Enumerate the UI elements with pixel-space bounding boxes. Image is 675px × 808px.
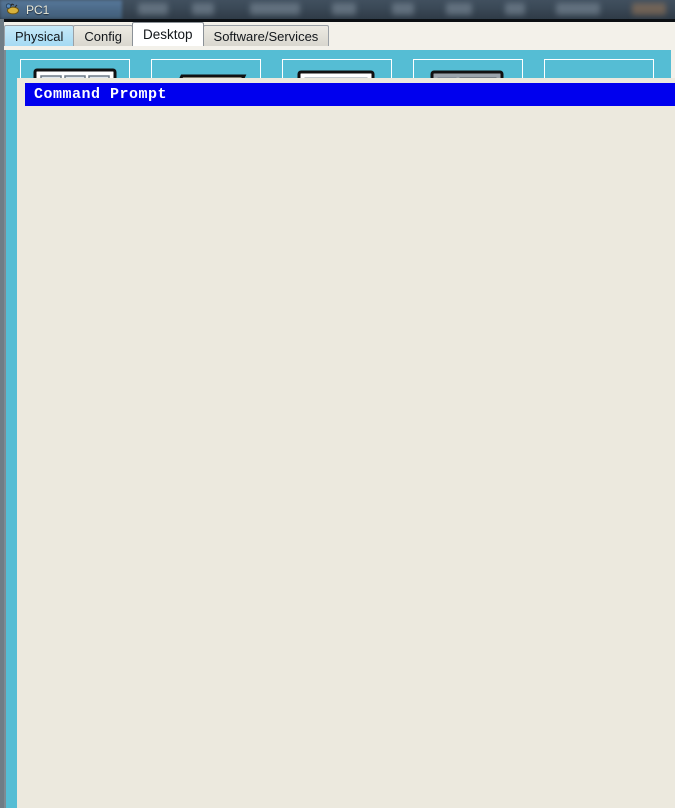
window-titlebar: PC1 [0,0,675,19]
tab-physical[interactable]: Physical [4,25,75,46]
command-prompt-titlebar[interactable]: Command Prompt [25,83,675,106]
command-prompt-left-gutter [17,101,25,808]
command-prompt-title: Command Prompt [34,86,168,103]
tab-software-services[interactable]: Software/Services [202,25,330,46]
tab-strip: Physical Config Desktop Software/Service… [0,22,675,46]
tab-desktop-label: Desktop [143,27,193,42]
tab-software-services-label: Software/Services [213,28,319,44]
router-device-icon [5,2,20,17]
command-prompt-window: Command Prompt [17,78,675,808]
window-title: PC1 [26,2,50,17]
tab-config-label: Config [84,28,122,44]
tab-physical-label: Physical [15,28,64,44]
tab-desktop[interactable]: Desktop [132,22,204,46]
window-left-border [0,19,4,808]
tab-config[interactable]: Config [73,25,133,46]
titlebar-divider [0,19,675,22]
